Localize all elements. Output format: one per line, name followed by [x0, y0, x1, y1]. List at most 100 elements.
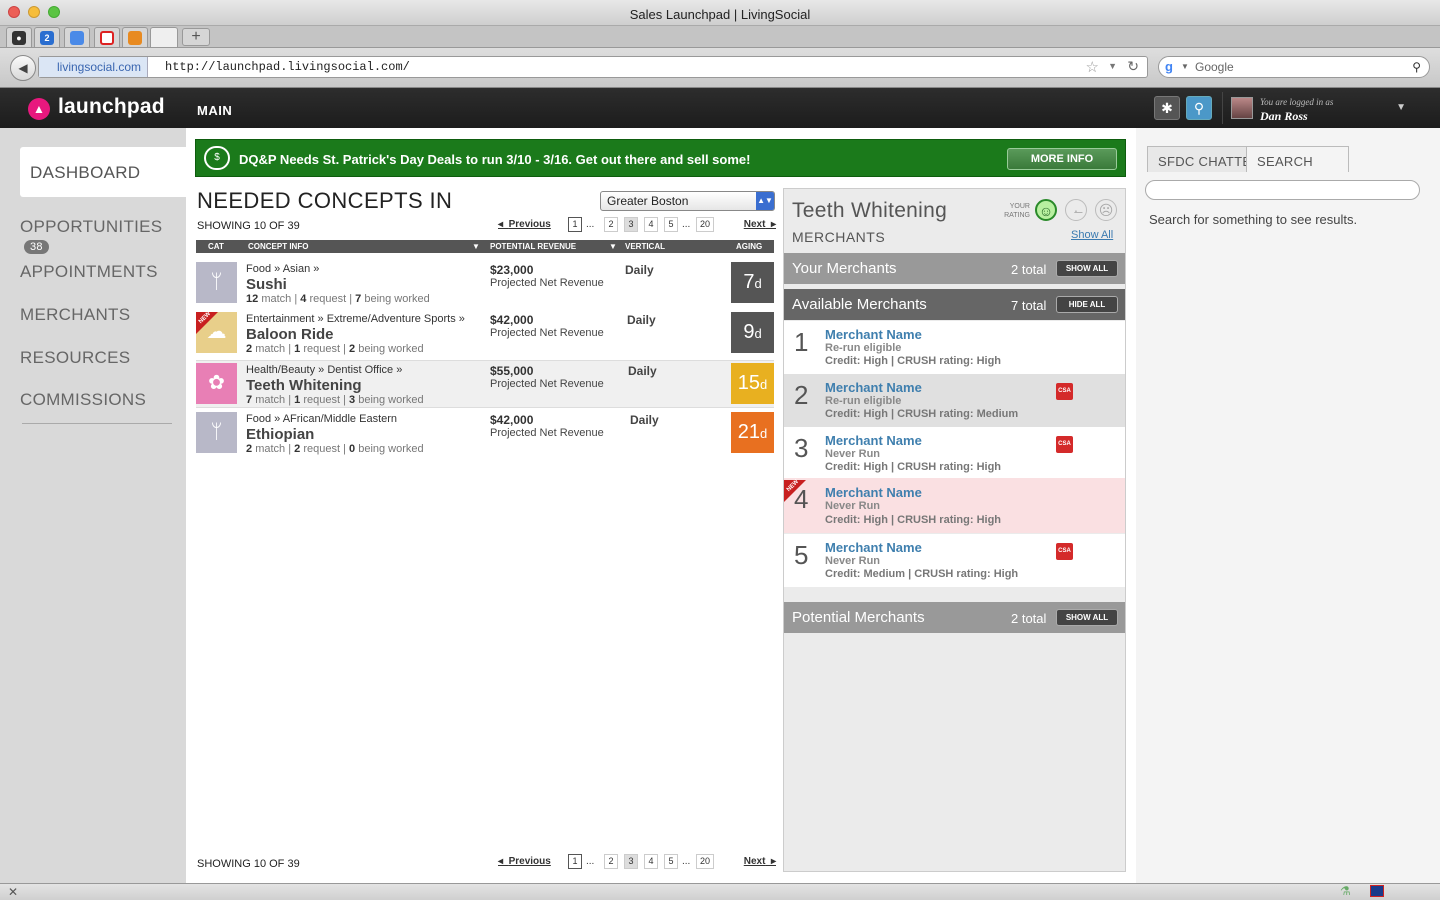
your-merchants-bar: Your Merchants 2 total SHOW ALL [784, 253, 1125, 284]
pager-page-5[interactable]: 5 [664, 854, 678, 869]
pager-next[interactable]: Next ▸ [744, 856, 776, 867]
col-cat[interactable]: CAT [208, 242, 224, 251]
merchant-name-link[interactable]: Merchant Name [825, 380, 922, 395]
pager-next[interactable]: Next ▸ [744, 219, 776, 230]
csa-icon: CSA [1056, 436, 1073, 453]
pager-page-4[interactable]: 4 [644, 217, 658, 232]
pager-page-2[interactable]: 2 [604, 217, 618, 232]
google-icon[interactable]: g [1165, 59, 1173, 74]
pager-page-1[interactable]: 1 [568, 217, 582, 232]
col-potential-revenue[interactable]: POTENTIAL REVENUE [490, 242, 576, 251]
bug-report-button[interactable]: ✱ [1154, 96, 1180, 120]
potential-merchants-show-all-button[interactable]: SHOW ALL [1056, 609, 1118, 626]
merchant-item[interactable]: 1 Merchant Name Re-run eligible Credit: … [784, 321, 1125, 374]
close-icon[interactable]: ✕ [8, 885, 18, 899]
worked-label: being worked [358, 443, 424, 455]
table-row[interactable]: ✿ Health/Beauty » Dentist Office » Teeth… [196, 360, 774, 408]
sidebar-item-opportunities[interactable]: OPPORTUNITIES 38 [20, 217, 186, 257]
concept-name[interactable]: Ethiopian [246, 426, 314, 443]
request-label: request [303, 443, 341, 455]
merchant-item[interactable]: NEW 4 Merchant Name Never Run Credit: Hi… [784, 478, 1125, 533]
browser-tab-record[interactable] [94, 27, 120, 47]
table-row[interactable]: ᛘ Food » Asian » Sushi 12 match | 4 requ… [196, 260, 774, 308]
sort-arrow-icon[interactable]: ▼ [609, 242, 617, 251]
col-aging[interactable]: AGING [736, 242, 762, 251]
flask-icon[interactable]: ⚗ [1340, 884, 1351, 898]
search-engine-dropdown-icon[interactable]: ▼ [1181, 62, 1189, 71]
col-vertical[interactable]: VERTICAL [625, 242, 665, 251]
app-logo[interactable]: launchpad [58, 95, 165, 119]
concept-category: Food » Asian » [246, 263, 320, 275]
sidebar-item-dashboard[interactable]: DASHBOARD [20, 147, 186, 197]
match-label: match [255, 343, 286, 355]
table-row[interactable]: ᛘ Food » AFrican/Middle Eastern Ethiopia… [196, 410, 774, 458]
merchant-item[interactable]: 5 Merchant Name Never Run Credit: Medium… [784, 534, 1125, 587]
merchant-item[interactable]: 3 Merchant Name Never Run Credit: High |… [784, 427, 1125, 480]
browser-search-bar[interactable]: g ▼ Google ⚲ [1158, 56, 1430, 78]
sort-arrow-icon[interactable]: ▼ [472, 242, 480, 251]
col-concept-info[interactable]: CONCEPT INFO [248, 242, 308, 251]
pager-page-5[interactable]: 5 [664, 217, 678, 232]
pager-page-20[interactable]: 20 [696, 854, 714, 869]
pager-page-3[interactable]: 3 [624, 854, 638, 869]
sidebar-item-merchants[interactable]: MERCHANTS [20, 305, 130, 325]
bookmark-star-icon[interactable]: ☆ [1086, 58, 1099, 76]
url-bar[interactable]: livingsocial.com http://launchpad.living… [38, 56, 1148, 78]
merchant-name-link[interactable]: Merchant Name [825, 540, 922, 555]
pager-previous[interactable]: ◂ Previous [498, 219, 551, 230]
concept-name[interactable]: Baloon Ride [246, 326, 334, 343]
new-tab-button[interactable]: + [182, 28, 210, 46]
table-row[interactable]: ☁ NEW Entertainment » Extreme/Adventure … [196, 310, 774, 358]
sidebar-item-commissions[interactable]: COMMISSIONS [20, 390, 146, 410]
fork-knife-icon: ᛘ [196, 262, 237, 303]
available-merchants-hide-all-button[interactable]: HIDE ALL [1056, 296, 1118, 313]
browser-tab-2[interactable]: 2 [34, 27, 60, 47]
tab-search[interactable]: SEARCH [1246, 146, 1349, 172]
search-icon[interactable]: ⚲ [1412, 60, 1421, 74]
browser-navbar: ◀ livingsocial.com http://launchpad.livi… [0, 48, 1440, 88]
search-input[interactable] [1145, 180, 1420, 200]
merchant-name-link[interactable]: Merchant Name [825, 433, 922, 448]
pager-page-2[interactable]: 2 [604, 854, 618, 869]
nav-main[interactable]: MAIN [197, 103, 232, 118]
worked-count: 7 [355, 293, 362, 305]
concept-category: Food » AFrican/Middle Eastern [246, 413, 398, 425]
potential-revenue: $42,000 [490, 313, 534, 327]
concept-name[interactable]: Sushi [246, 276, 287, 293]
browser-tab-github[interactable]: ● [6, 27, 32, 47]
pager-page-4[interactable]: 4 [644, 854, 658, 869]
concept-name[interactable]: Teeth Whitening [246, 377, 362, 394]
user-menu[interactable]: You are logged in as Dan Ross ▼ [1222, 92, 1416, 124]
available-merchants-label: Available Merchants [792, 296, 927, 313]
browser-tab-chart[interactable] [122, 27, 148, 47]
more-info-button[interactable]: MORE INFO [1007, 148, 1117, 170]
pager-prev-label: Previous [508, 856, 551, 867]
pager-previous[interactable]: ◂ Previous [498, 856, 551, 867]
sidebar-item-resources[interactable]: RESOURCES [20, 348, 130, 368]
merchant-name-link[interactable]: Merchant Name [825, 485, 922, 500]
your-merchants-show-all-button[interactable]: SHOW ALL [1056, 260, 1118, 277]
neutral-face-icon[interactable]: ·̶ [1065, 199, 1087, 221]
pager-page-20[interactable]: 20 [696, 217, 714, 232]
merchant-item[interactable]: 2 Merchant Name Re-run eligible Credit: … [784, 374, 1125, 427]
browser-tab-docs[interactable] [64, 27, 90, 47]
worked-count: 0 [349, 443, 356, 455]
show-all-link[interactable]: Show All [1071, 229, 1113, 241]
request-count: 2 [294, 443, 301, 455]
url-dropdown-icon[interactable]: ▼ [1108, 61, 1117, 71]
browser-tabstrip: ● 2 + [0, 26, 1440, 48]
flag-icon[interactable] [1370, 885, 1384, 897]
pager-page-1[interactable]: 1 [568, 854, 582, 869]
aging-unit: d [754, 326, 762, 341]
sidebar-item-appointments[interactable]: APPOINTMENTS [20, 262, 158, 282]
back-button[interactable]: ◀ [10, 55, 36, 81]
region-select[interactable]: Greater Boston ▲▼ [600, 191, 775, 211]
browser-tab-active[interactable] [150, 27, 178, 47]
sad-face-icon[interactable]: ☹ [1095, 199, 1117, 221]
reload-icon[interactable]: ↻ [1127, 58, 1139, 75]
chevron-down-icon[interactable]: ▼ [1396, 102, 1406, 113]
header-search-button[interactable]: ⚲ [1186, 96, 1212, 120]
happy-face-icon[interactable]: ☺ [1035, 199, 1057, 221]
merchant-name-link[interactable]: Merchant Name [825, 327, 922, 342]
pager-page-3[interactable]: 3 [624, 217, 638, 232]
